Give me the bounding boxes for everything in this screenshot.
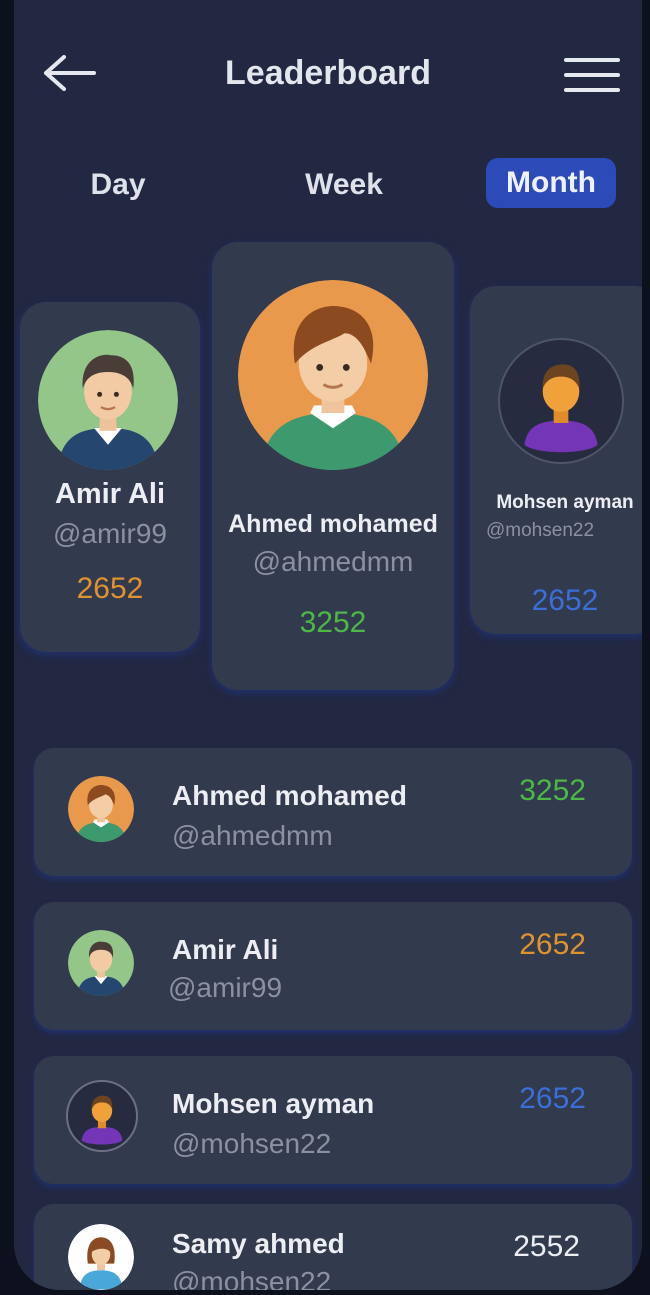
- page-title: Leaderboard: [225, 54, 431, 92]
- avatar-amir: [68, 930, 134, 996]
- screen: Leaderboard Day Week Month Amir Ali @ami…: [14, 0, 642, 1290]
- podium-card-first[interactable]: Ahmed mohamed @ahmedmm 3252: [212, 242, 454, 690]
- podium-card-second[interactable]: Amir Ali @amir99 2652: [20, 302, 200, 652]
- row-name: Amir Ali: [172, 934, 279, 965]
- row-score: 2652: [519, 1082, 586, 1115]
- tab-month[interactable]: Month: [486, 158, 616, 208]
- podium-handle: @amir99: [52, 518, 167, 549]
- hamburger-menu-icon[interactable]: [564, 56, 620, 94]
- avatar-mohsen: [498, 338, 624, 464]
- ranking-row[interactable]: Amir Ali @amir99 2652: [34, 902, 632, 1030]
- ranking-row[interactable]: Samy ahmed @mohsen22 2552: [34, 1204, 632, 1290]
- tab-day[interactable]: Day: [60, 160, 176, 210]
- podium-score: 2652: [531, 584, 599, 617]
- row-handle: @mohsen22: [172, 1128, 332, 1159]
- row-score: 2652: [519, 928, 586, 961]
- row-score: 2552: [513, 1230, 580, 1263]
- avatar-ahmed: [68, 776, 134, 842]
- podium-score: 2652: [76, 572, 144, 605]
- row-handle: @ahmedmm: [172, 820, 333, 851]
- row-handle: @amir99: [168, 972, 283, 1003]
- podium-handle: @ahmedmm: [252, 546, 414, 577]
- avatar-samy: [68, 1224, 134, 1290]
- ranking-row[interactable]: Ahmed mohamed @ahmedmm 3252: [34, 748, 632, 876]
- podium-card-third[interactable]: Mohsen ayman @mohsen22 2652: [470, 286, 642, 634]
- row-name: Mohsen ayman: [172, 1088, 375, 1119]
- avatar-mohsen: [66, 1080, 138, 1152]
- avatar-ahmed: [238, 280, 428, 470]
- podium-handle: @mohsen22: [486, 520, 595, 541]
- row-name: Samy ahmed: [172, 1228, 345, 1259]
- ranking-row[interactable]: Mohsen ayman @mohsen22 2652: [34, 1056, 632, 1184]
- row-handle: @mohsen22: [172, 1266, 332, 1290]
- podium-name: Mohsen ayman: [496, 492, 634, 513]
- podium-name: Amir Ali: [54, 478, 166, 510]
- podium-name: Ahmed mohamed: [228, 510, 438, 538]
- phone-frame: Leaderboard Day Week Month Amir Ali @ami…: [0, 0, 650, 1295]
- tab-week[interactable]: Week: [286, 160, 402, 210]
- podium-score: 3252: [299, 606, 367, 639]
- row-name: Ahmed mohamed: [172, 780, 407, 811]
- avatar-amir: [38, 330, 178, 470]
- row-score: 3252: [519, 774, 586, 807]
